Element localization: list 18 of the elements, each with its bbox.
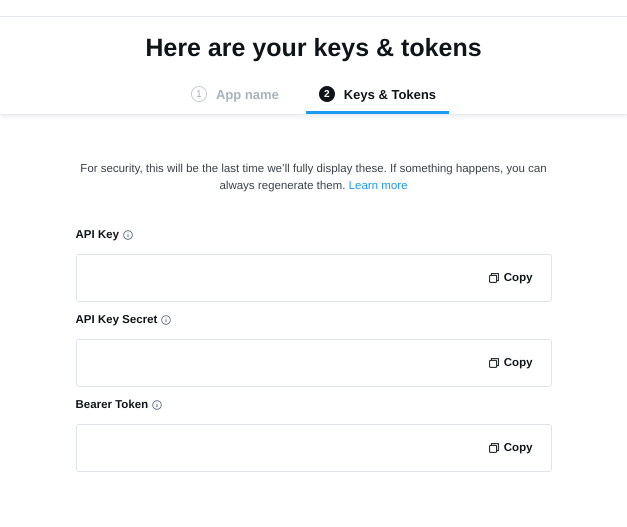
field-label: API Key Secret (76, 314, 158, 326)
copy-icon (488, 358, 499, 368)
info-icon (161, 315, 172, 325)
copy-button[interactable]: Copy (486, 270, 534, 286)
field-label: Bearer Token (76, 399, 148, 411)
copy-icon (488, 273, 499, 283)
page-title: Here are your keys & tokens (145, 34, 482, 63)
info-icon (152, 400, 162, 410)
copy-button[interactable]: Copy (486, 440, 534, 456)
info-icon (122, 230, 133, 240)
token-field[interactable]: Copy (76, 254, 552, 302)
copy-button[interactable]: Copy (486, 355, 534, 371)
copy-icon (488, 443, 499, 453)
token-field[interactable]: Copy (76, 339, 552, 387)
security-notice: For security, this will be the last time we’ll fully display these. If something happens, you can always regenerate them. Learn more (79, 162, 548, 194)
step-tab[interactable]: 2 Keys & Tokens (306, 86, 450, 114)
token-field[interactable]: Copy (76, 424, 552, 472)
field-label: API Key (76, 229, 119, 241)
